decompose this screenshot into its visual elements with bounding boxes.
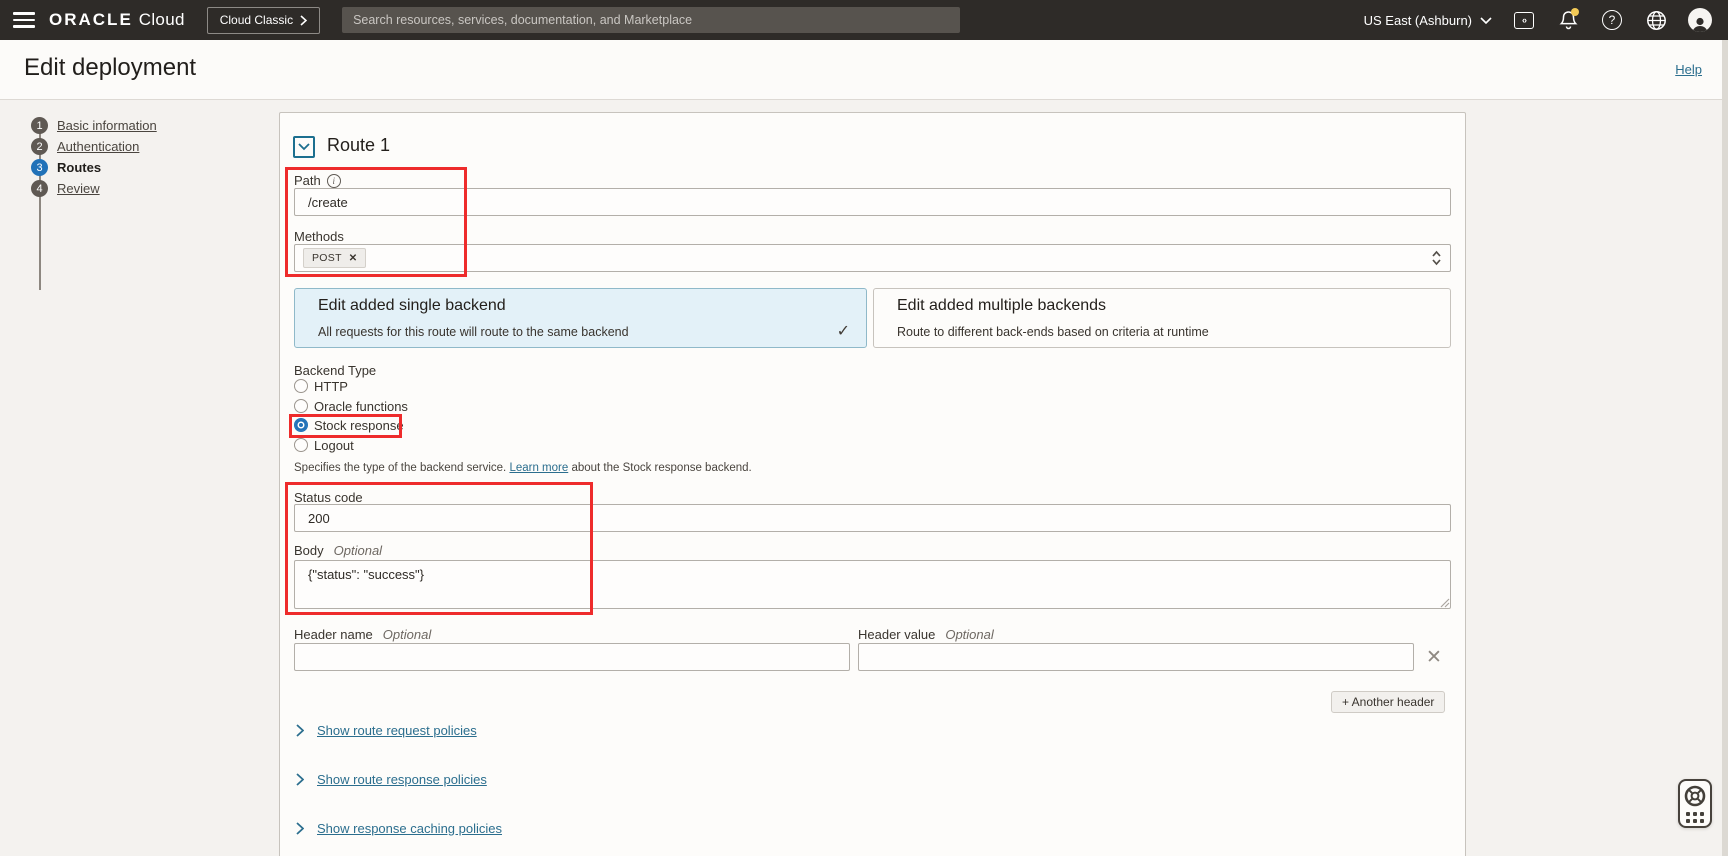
radio-icon[interactable] [294,379,308,393]
brand-cloud: Cloud [139,10,185,29]
header-value-input[interactable] [858,643,1414,671]
backend-type-label: Backend Type [294,363,376,378]
cloud-classic-button[interactable]: Cloud Classic [207,7,320,34]
chevron-right-icon [296,773,304,786]
radio-oracle-functions[interactable]: Oracle functions [294,397,408,415]
radio-http[interactable]: HTTP [294,377,348,395]
policy-link-label[interactable]: Show response caching policies [317,821,502,836]
remove-header-icon[interactable]: ✕ [1423,644,1445,670]
single-backend-card[interactable]: Edit added single backend All requests f… [294,288,867,348]
lifebuoy-icon [1683,784,1707,808]
route-panel: Route 1 Path i Methods POST ✕ Edit added… [279,112,1466,856]
region-selector[interactable]: US East (Ashburn) [1364,13,1492,28]
info-icon[interactable]: i [327,174,341,188]
help-icon[interactable]: ? [1600,8,1624,32]
language-globe-icon[interactable] [1644,8,1668,32]
cloud-shell-icon[interactable]: ‹› [1512,8,1536,32]
page-title: Edit deployment [24,54,196,82]
wizard-step-label[interactable]: Authentication [57,139,139,154]
chevron-right-icon [296,822,304,835]
select-stepper-icon[interactable] [1431,250,1442,266]
wizard-step-label: Routes [57,160,101,175]
wizard-step-authentication[interactable]: 2 Authentication [31,138,157,155]
header-name-label: Header nameOptional [294,627,431,642]
optional-tag: Optional [383,627,431,642]
optional-tag: Optional [334,543,382,558]
route-collapse-toggle[interactable] [293,136,315,158]
optional-tag: Optional [945,627,993,642]
header-name-input[interactable] [294,643,850,671]
radio-icon[interactable] [294,399,308,413]
notifications-bell-icon[interactable] [1556,8,1580,32]
status-code-label: Status code [294,490,363,505]
route-title: Route 1 [327,135,390,156]
chip-remove-icon[interactable]: ✕ [349,253,358,264]
scrollbar-track[interactable] [1722,40,1728,856]
brand-oracle: ORACLE [49,10,133,29]
screen: ORACLE Cloud Cloud Classic US East (Ashbu… [0,0,1728,856]
route-request-policies-expander[interactable]: Show route request policies [296,722,477,738]
policy-link-label[interactable]: Show route response policies [317,772,487,787]
wizard-step-basic-information[interactable]: 1 Basic information [31,117,157,134]
path-label: Path i [294,173,341,188]
chevron-right-icon [300,15,307,26]
multiple-backends-card[interactable]: Edit added multiple backends Route to di… [873,288,1451,348]
another-header-button[interactable]: + Another header [1331,691,1445,713]
learn-more-link[interactable]: Learn more [509,462,568,474]
oracle-cloud-logo[interactable]: ORACLE Cloud [49,10,185,30]
chevron-down-icon [1480,17,1492,24]
hamburger-menu-icon[interactable] [13,12,35,28]
card-subtitle: Route to different back-ends based on cr… [897,325,1209,339]
status-code-input[interactable] [294,504,1451,532]
page-header: Edit deployment Help [0,40,1728,100]
methods-input[interactable]: POST ✕ [294,244,1451,272]
body-textarea[interactable]: {"status": "success"} [294,560,1451,609]
wizard-steps: 1 Basic information 2 Authentication 3 R… [31,117,157,201]
check-icon: ✓ [837,321,850,341]
card-subtitle: All requests for this route will route t… [318,325,629,339]
wizard-step-routes[interactable]: 3 Routes [31,159,157,176]
wizard-step-label[interactable]: Review [57,181,100,196]
header-value-label: Header valueOptional [858,627,994,642]
radio-selected-icon[interactable] [294,418,308,432]
path-input[interactable] [294,188,1451,216]
card-title: Edit added multiple backends [897,297,1106,315]
backend-type-helper: Specifies the type of the backend servic… [294,462,752,474]
wizard-step-label[interactable]: Basic information [57,118,157,133]
radio-icon[interactable] [294,438,308,452]
radio-logout[interactable]: Logout [294,436,354,454]
notification-badge [1571,8,1579,16]
radio-stock-response[interactable]: Stock response [294,416,404,434]
method-chip-post: POST ✕ [303,248,366,268]
body-label: BodyOptional [294,543,382,558]
search-input[interactable] [342,7,960,33]
chevron-down-icon [298,143,310,151]
person-icon [1691,16,1709,32]
drag-dots-icon [1686,812,1704,823]
card-title: Edit added single backend [318,297,506,315]
policy-link-label[interactable]: Show route request policies [317,723,477,738]
chevron-right-icon [296,724,304,737]
support-widget-button[interactable] [1678,779,1712,828]
user-avatar[interactable] [1688,8,1712,32]
methods-label: Methods [294,229,344,244]
route-response-policies-expander[interactable]: Show route response policies [296,771,487,787]
response-caching-policies-expander[interactable]: Show response caching policies [296,820,502,836]
help-link[interactable]: Help [1675,62,1702,77]
wizard-step-review[interactable]: 4 Review [31,180,157,197]
topbar: ORACLE Cloud Cloud Classic US East (Ashbu… [0,0,1728,40]
